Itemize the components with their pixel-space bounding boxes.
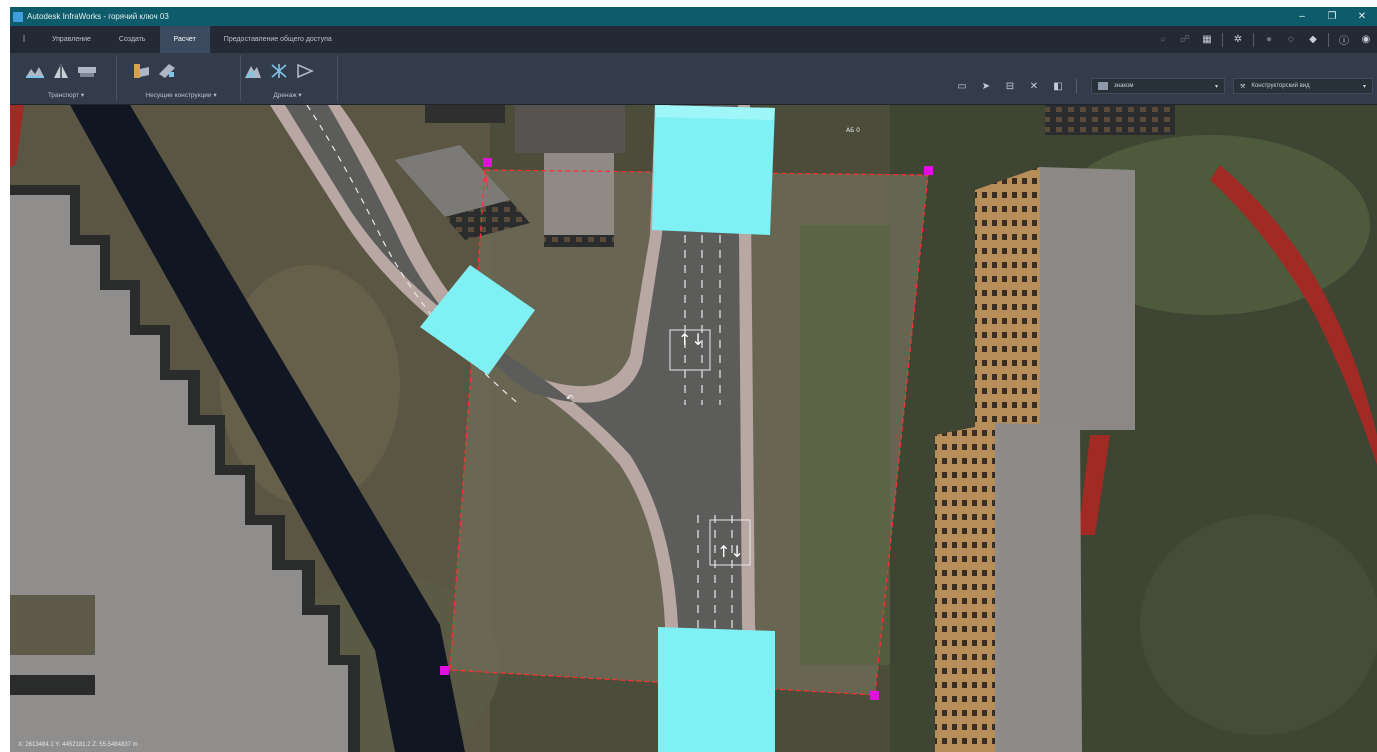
tools-icon[interactable]: ✕ — [1022, 81, 1046, 92]
app-menu-icon[interactable]: I — [10, 34, 38, 45]
svg-text:↑↓: ↑↓ — [717, 542, 744, 561]
search-icon[interactable]: ⌕ — [1152, 34, 1174, 45]
coordinate-readout: X: 2613484.1 Y: 4452181.2 Z: 55.5484837 … — [18, 742, 138, 748]
watershed-icon[interactable] — [242, 60, 264, 82]
close-button[interactable]: ✕ — [1347, 11, 1377, 22]
tab-analyze[interactable]: Расчет — [159, 26, 210, 53]
view-dropdown[interactable]: ⚒ Конструкторский вид ▾ — [1233, 78, 1373, 94]
ribbon-group-transport: Транспорт ▾ — [24, 57, 108, 101]
calculator-icon[interactable]: ▦ — [1196, 34, 1218, 45]
ribbon-tools: ▭ ➤ ⊟ ✕ ◧ знаком ▾ ⚒ Конструкторский вид… — [950, 75, 1377, 97]
drainage-network-icon[interactable] — [268, 60, 290, 82]
vertex-handle[interactable] — [440, 666, 449, 675]
panel-icon[interactable]: ◧ — [1046, 81, 1070, 92]
minimize-button[interactable]: – — [1287, 11, 1317, 22]
app-logo-icon — [13, 11, 23, 22]
road-label: АБ 0 — [846, 127, 860, 134]
road-section-icon[interactable] — [76, 60, 98, 82]
road-profile-icon[interactable] — [50, 60, 72, 82]
account-icon[interactable]: ◉ — [1355, 34, 1377, 45]
vertex-handle[interactable] — [483, 158, 492, 167]
application-window: Autodesk InfraWorks - горячий ключ 03 – … — [10, 7, 1377, 752]
title-bar: Autodesk InfraWorks - горячий ключ 03 – … — [10, 7, 1377, 26]
culvert-icon[interactable] — [294, 60, 316, 82]
connection-pad[interactable] — [652, 105, 775, 235]
style-swatch-icon — [1098, 82, 1108, 90]
cube-icon[interactable]: ◆ — [1302, 34, 1324, 45]
svg-text:↑↓: ↑↓ — [678, 330, 705, 349]
map-viewport[interactable]: ↑↓ ↑↓ ↶ АБ 0 X: 2613484.1 Y: 4452181.2 Z… — [10, 105, 1377, 752]
tab-share[interactable]: Предоставление общего доступа — [210, 26, 346, 53]
ribbon-group-label[interactable]: Несущие конструкции ▾ — [126, 91, 236, 99]
globe-icon[interactable]: ● — [1258, 34, 1280, 45]
user-icon[interactable]: ☍ — [1174, 34, 1196, 45]
bridge-icon[interactable] — [130, 60, 152, 82]
ribbon-panel: Транспорт ▾ Несущие конструкции ▾ Дренаж… — [10, 53, 1377, 105]
chevron-down-icon: ▾ — [1214, 83, 1218, 90]
terrain-icon[interactable] — [24, 60, 46, 82]
ribbon-tabs: I Управление Создать Расчет Предоставлен… — [10, 26, 1377, 53]
girder-icon[interactable] — [156, 60, 178, 82]
connection-pad[interactable] — [658, 627, 775, 752]
svg-text:↶: ↶ — [566, 394, 574, 404]
view-icon: ⚒ — [1240, 83, 1246, 90]
tab-create[interactable]: Создать — [105, 26, 160, 53]
screen-icon[interactable]: ▭ — [950, 81, 974, 92]
ribbon-group-label[interactable]: Транспорт ▾ — [24, 91, 108, 99]
tab-manage[interactable]: Управление — [38, 26, 105, 53]
maximize-button[interactable]: ❐ — [1317, 11, 1347, 22]
help-icon[interactable]: ⓘ — [1333, 32, 1355, 47]
ribbon-group-structures: Несущие конструкции ▾ — [126, 57, 236, 101]
sync-icon[interactable]: ◌ — [1280, 34, 1302, 45]
gear-icon[interactable]: ✲ — [1227, 34, 1249, 45]
chevron-down-icon: ▾ — [1362, 83, 1366, 90]
ribbon-group-drainage: Дренаж ▾ — [240, 57, 335, 101]
style-dropdown[interactable]: знаком ▾ — [1091, 78, 1225, 94]
select-icon[interactable]: ➤ — [974, 81, 998, 92]
ribbon-group-label[interactable]: Дренаж ▾ — [240, 91, 335, 99]
vertex-handle[interactable] — [924, 166, 933, 175]
measure-icon[interactable]: ⊟ — [998, 81, 1022, 92]
vertex-handle[interactable] — [870, 691, 879, 700]
window-title: Autodesk InfraWorks - горячий ключ 03 — [27, 12, 169, 21]
